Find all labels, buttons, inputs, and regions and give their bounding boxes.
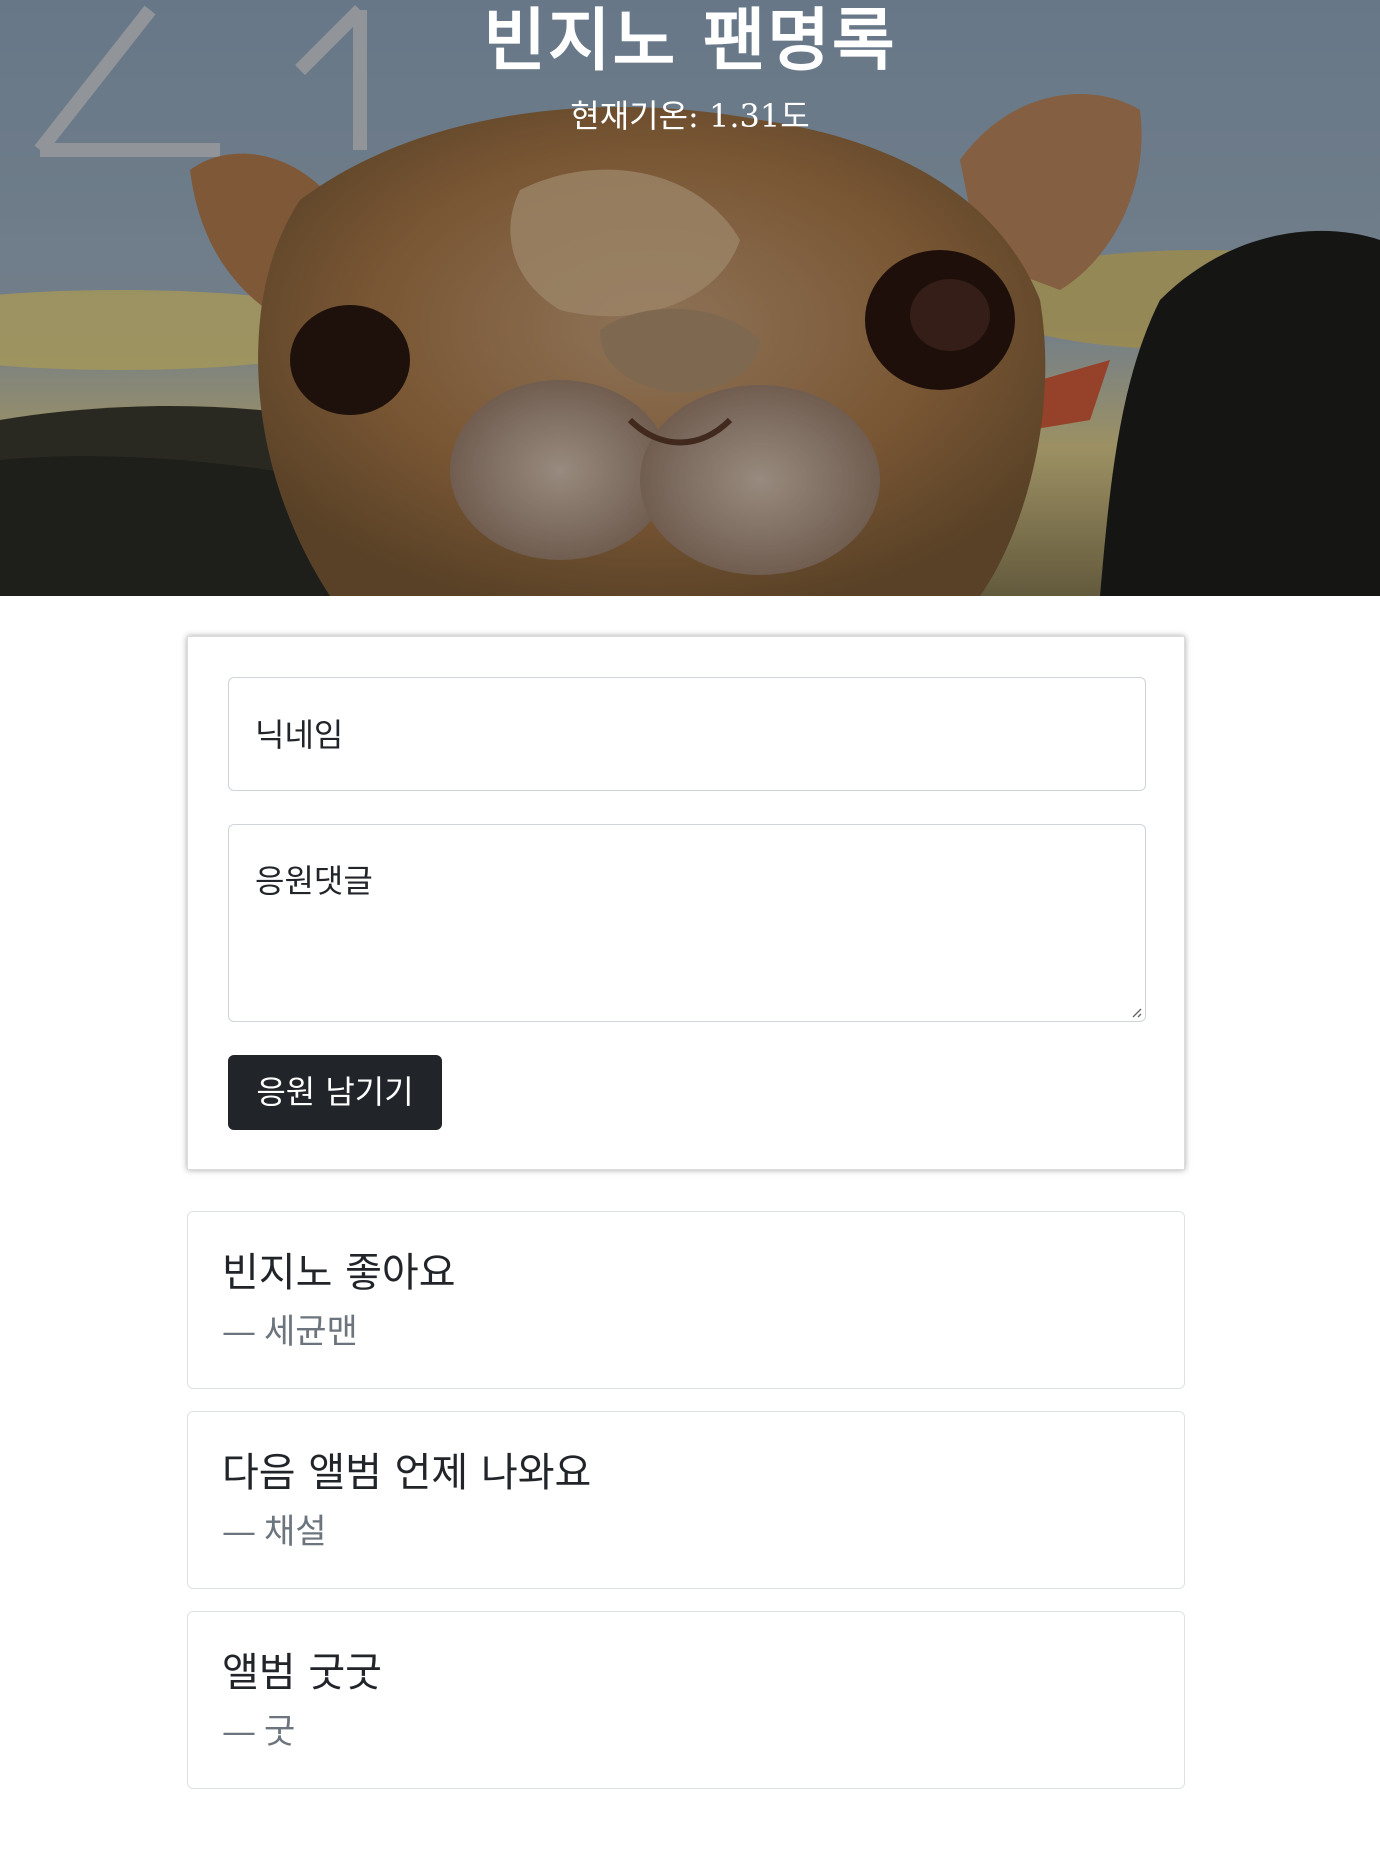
nickname-input[interactable]: 닉네임 — [228, 677, 1146, 791]
page-title: 빈지노 팬명록 — [483, 1, 897, 81]
submit-cheer-button[interactable]: 응원 남기기 — [228, 1055, 442, 1130]
author-dash: — — [222, 1712, 256, 1752]
hero-banner: 빈지노 팬명록 현재기온: 1.31도 — [0, 0, 1380, 596]
comment-textarea[interactable]: 응원댓글 — [228, 824, 1146, 1022]
comment-card: 빈지노 좋아요 — 세균맨 — [187, 1211, 1185, 1389]
author-name: 굿 — [264, 1712, 296, 1752]
comment-textarea-placeholder: 응원댓글 — [255, 862, 373, 900]
author-dash: — — [222, 1512, 256, 1552]
author-dash: — — [222, 1312, 256, 1352]
comment-card: 앨범 굿굿 — 굿 — [187, 1611, 1185, 1789]
guestbook-form-card: 닉네임 응원댓글 응원 남기기 — [187, 636, 1185, 1170]
comment-text: 앨범 굿굿 — [222, 1650, 382, 1696]
temperature-label: 현재기온: — [570, 97, 709, 135]
author-name: 세균맨 — [264, 1312, 358, 1352]
author-name: 채설 — [264, 1512, 327, 1552]
hero-dim-overlay — [0, 0, 1380, 596]
comment-author: — 세균맨 — [222, 1310, 358, 1354]
temperature-value: 1.31 — [709, 97, 781, 135]
comment-author: — 채설 — [222, 1510, 327, 1554]
temperature-readout: 현재기온: 1.31도 — [0, 96, 1380, 136]
comment-author: — 굿 — [222, 1710, 295, 1754]
comment-card: 다음 앨범 언제 나와요 — 채설 — [187, 1411, 1185, 1589]
temperature-unit: 도 — [780, 97, 810, 135]
comment-text: 다음 앨범 언제 나와요 — [222, 1450, 592, 1496]
resize-handle-icon[interactable] — [1128, 1004, 1142, 1018]
comment-text: 빈지노 좋아요 — [222, 1250, 456, 1296]
